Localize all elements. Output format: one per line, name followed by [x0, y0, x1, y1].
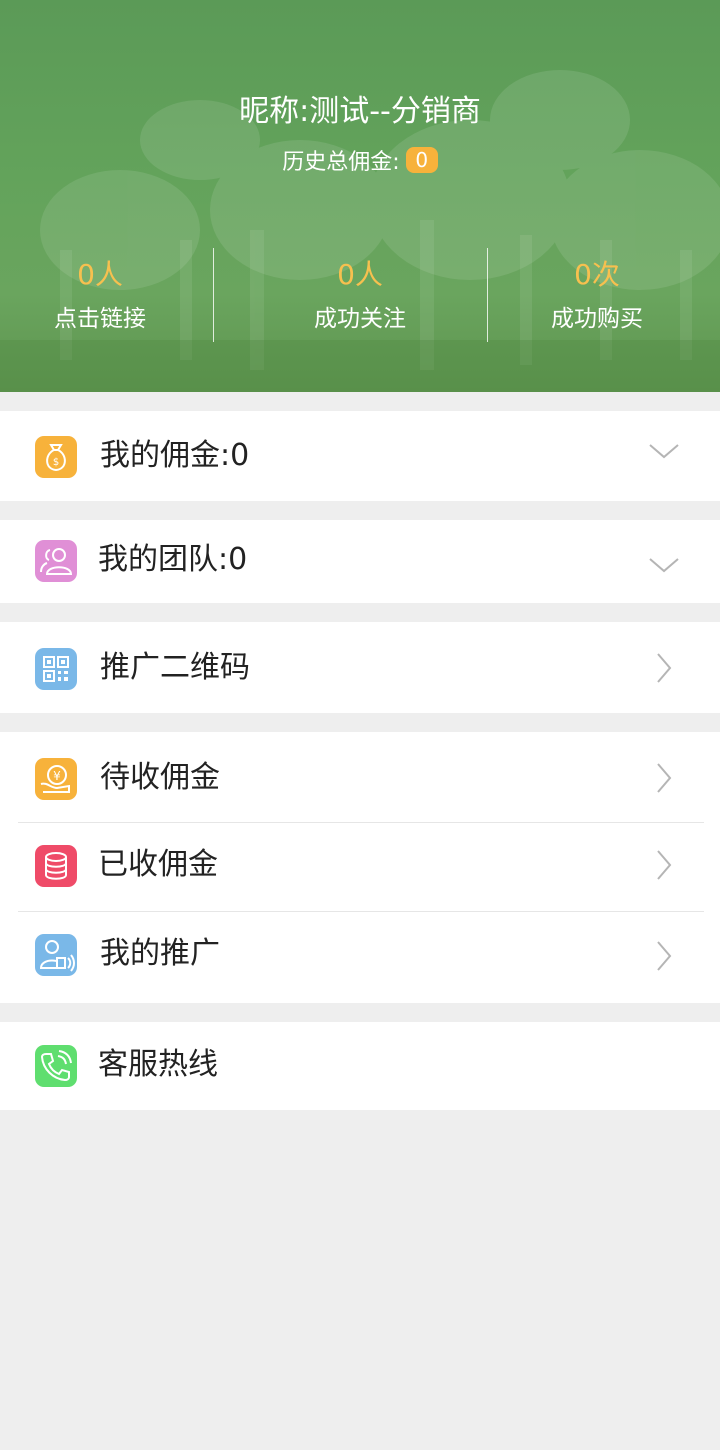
svg-text:¥: ¥: [53, 769, 61, 783]
qr-code-icon: [35, 648, 77, 690]
stat-divider: [213, 248, 214, 342]
my-commission-label: 我的佣金:0: [100, 438, 250, 473]
history-commission-label: 历史总佣金:: [282, 150, 400, 175]
qr-code-label: 推广二维码: [100, 650, 250, 685]
service-hotline-label: 客服热线: [98, 1047, 218, 1082]
my-team-row[interactable]: 我的团队:0: [0, 520, 720, 603]
pending-commission-row[interactable]: ¥ 待收佣金: [0, 732, 720, 822]
stat-clicks-value: 0人: [77, 258, 123, 291]
chevron-down-icon: [649, 444, 679, 459]
person-speaker-icon: [35, 934, 77, 976]
my-promotion-row[interactable]: 我的推广: [0, 912, 720, 1003]
svg-text:$: $: [53, 457, 59, 468]
money-bag-icon: $: [35, 436, 77, 478]
my-promotion-label: 我的推广: [100, 936, 220, 971]
history-commission-badge: 0: [405, 147, 438, 173]
stat-clicks: 0人 点击链接: [0, 248, 200, 336]
yuan-coin-hand-icon: ¥: [35, 758, 77, 800]
profile-header: 昵称:测试--分销商 历史总佣金: 0 0人 点击链接 0人 成功关注 0次 成功…: [0, 0, 720, 392]
qr-code-row[interactable]: 推广二维码: [0, 622, 720, 713]
pending-commission-label: 待收佣金: [100, 760, 220, 795]
my-commission-value: 0: [230, 438, 250, 473]
stat-follows-label: 成功关注: [314, 306, 406, 332]
qr-code-panel: 推广二维码: [0, 622, 720, 713]
service-hotline-panel: 客服热线: [0, 1022, 720, 1110]
service-hotline-row[interactable]: 客服热线: [0, 1022, 720, 1110]
my-commission-panel: $ 我的佣金:0: [0, 411, 720, 501]
my-team-label: 我的团队:0: [98, 542, 248, 577]
chevron-right-icon: [657, 850, 672, 880]
chevron-right-icon: [657, 653, 672, 683]
phone-icon: [35, 1045, 77, 1087]
my-team-value: 0: [228, 542, 248, 577]
team-icon: [35, 540, 77, 582]
stat-divider: [487, 248, 488, 342]
stat-follows-value: 0人: [337, 258, 383, 291]
stat-clicks-label: 点击链接: [54, 306, 146, 332]
database-icon: [35, 845, 77, 887]
nickname: 昵称:测试--分销商: [239, 94, 481, 129]
stat-purchases-value: 0次: [574, 258, 620, 291]
chevron-down-icon: [649, 558, 679, 573]
stat-follows: 0人 成功关注: [260, 248, 460, 336]
received-commission-label: 已收佣金: [98, 847, 218, 882]
stat-purchases: 0次 成功购买: [497, 248, 697, 336]
my-commission-row[interactable]: $ 我的佣金:0: [0, 411, 720, 501]
chevron-right-icon: [657, 941, 672, 971]
commission-group-panel: ¥ 待收佣金 已收佣金 我的推广: [0, 732, 720, 1003]
stat-purchases-label: 成功购买: [551, 306, 643, 332]
history-commission: 历史总佣金: 0: [0, 146, 720, 180]
my-team-panel: 我的团队:0: [0, 520, 720, 603]
received-commission-row[interactable]: 已收佣金: [0, 823, 720, 911]
chevron-right-icon: [657, 763, 672, 793]
stats-bar: 0人 点击链接 0人 成功关注 0次 成功购买: [0, 248, 720, 342]
